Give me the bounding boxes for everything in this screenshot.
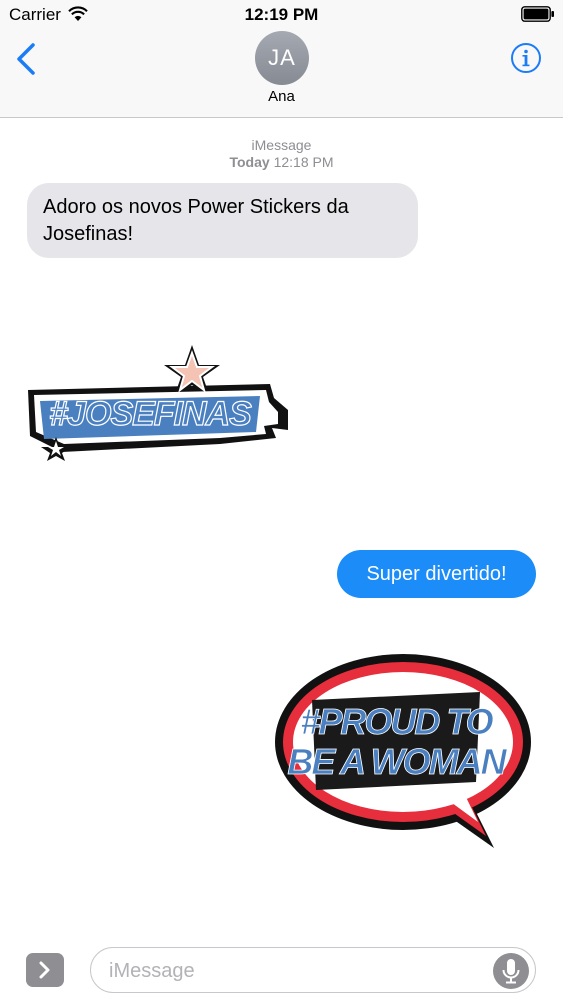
contact-avatar[interactable]: JA bbox=[255, 31, 309, 85]
contact-name[interactable]: Ana bbox=[0, 88, 563, 105]
outgoing-message-bubble[interactable]: Super divertido! bbox=[337, 550, 536, 598]
info-icon[interactable] bbox=[510, 42, 542, 74]
timestamp-day: Today bbox=[229, 154, 270, 170]
status-time: 12:19 PM bbox=[244, 5, 319, 24]
dictation-button[interactable] bbox=[493, 953, 529, 989]
microphone-icon bbox=[502, 959, 520, 984]
status-bar: Carrier 12:19 PM bbox=[0, 0, 563, 30]
app-drawer-button[interactable] bbox=[26, 953, 64, 987]
battery-icon bbox=[521, 6, 554, 22]
josefinas-sticker[interactable]: #JOSEFINAS bbox=[20, 340, 300, 462]
timestamp-time: 12:18 PM bbox=[273, 154, 334, 170]
message-input-placeholder: iMessage bbox=[109, 960, 195, 982]
incoming-message-bubble[interactable]: Adoro os novos Power Stickers da Josefin… bbox=[27, 183, 418, 258]
proud-sticker-line2: BE A WOMAN bbox=[287, 741, 507, 782]
josefinas-sticker-text: #JOSEFINAS bbox=[49, 395, 252, 433]
proud-to-be-a-woman-sticker[interactable]: #PROUD TO BE A WOMAN bbox=[272, 650, 534, 850]
proud-sticker-line1: #PROUD TO bbox=[300, 701, 493, 742]
message-timestamp: Today 12:18 PM bbox=[0, 154, 563, 170]
service-label: iMessage bbox=[251, 137, 312, 153]
chevron-right-icon bbox=[39, 961, 50, 979]
message-input[interactable]: iMessage bbox=[90, 947, 536, 993]
back-chevron-icon[interactable] bbox=[14, 42, 38, 76]
